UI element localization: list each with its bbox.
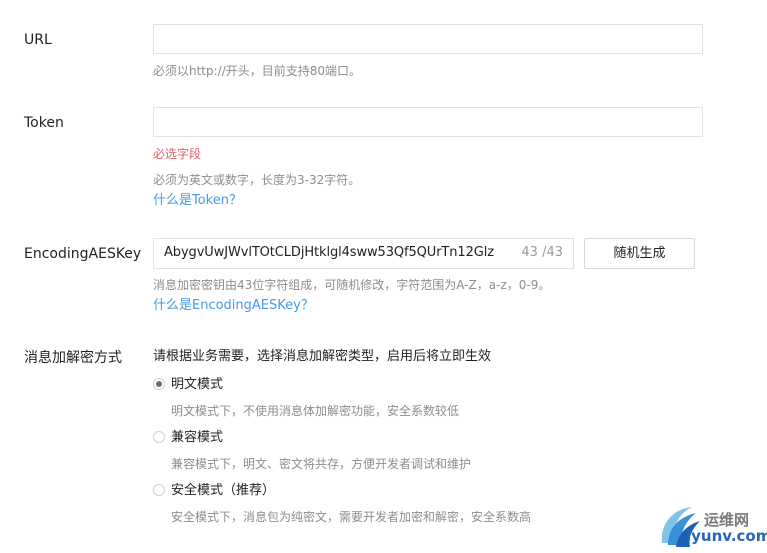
what-is-token-link[interactable]: 什么是Token？ (153, 192, 242, 210)
url-help: 必须以http://开头，目前支持80端口。 (153, 64, 362, 78)
aes-key-input[interactable]: AbygvUwJWvlTOtCLDjHtklgl4sww53Qf5QUrTn12… (153, 238, 574, 269)
token-input[interactable] (153, 107, 703, 137)
what-is-aes-link[interactable]: 什么是EncodingAESKey？ (153, 297, 314, 315)
url-label: URL (24, 32, 52, 48)
aes-char-count: 43 /43 (521, 245, 563, 260)
radio-label: 明文模式 (171, 377, 224, 392)
radio-button[interactable] (153, 484, 165, 496)
radio-label: 安全模式（推荐） (171, 483, 276, 498)
radio-label: 兼容模式 (171, 430, 224, 445)
mode-intro: 请根据业务需要，选择消息加解密类型，启用后将立即生效 (153, 349, 492, 364)
secure-mode-desc: 安全模式下，消息包为纯密文，需要开发者加密和解密，安全系数高 (171, 510, 532, 524)
aes-key-value: AbygvUwJWvlTOtCLDjHtklgl4sww53Qf5QUrTn12… (164, 245, 494, 260)
token-label: Token (24, 115, 64, 131)
random-generate-button[interactable]: 随机生成 (584, 238, 695, 269)
plaintext-mode-desc: 明文模式下，不使用消息体加解密功能，安全系数较低 (171, 404, 460, 418)
token-required-msg: 必选字段 (153, 147, 202, 161)
aes-help: 消息加密密钥由43位字符组成，可随机修改，字符范围为A-Z，a-z，0-9。 (153, 278, 551, 292)
mode-label: 消息加解密方式 (24, 350, 122, 366)
token-help: 必须为英文或数字，长度为3-32字符。 (153, 173, 361, 187)
server-config-form: URL 必须以http://开头，目前支持80端口。 Token 必选字段 必须… (0, 0, 767, 553)
watermark-en-text: iyunv.com (686, 527, 767, 545)
url-input[interactable] (153, 24, 703, 54)
compatible-mode-desc: 兼容模式下，明文、密文将共存，方便开发者调试和维护 (171, 457, 472, 471)
radio-button[interactable] (153, 431, 165, 443)
aes-label: EncodingAESKey (24, 246, 142, 262)
watermark-logo: 运维网 iyunv.com (656, 503, 767, 551)
radio-button[interactable] (153, 378, 165, 390)
